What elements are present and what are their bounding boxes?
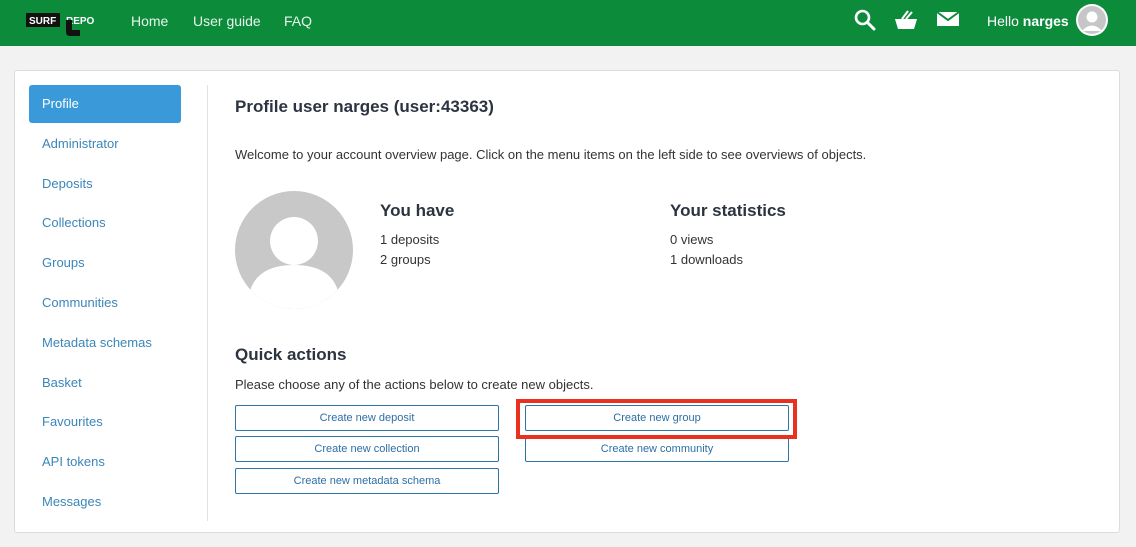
welcome-text: Welcome to your account overview page. C…	[235, 147, 867, 162]
downloads-count: 1 downloads	[670, 252, 743, 267]
nav-user-guide-link[interactable]: User guide	[193, 13, 261, 29]
surfrepo-logo[interactable]: SURF REPO	[26, 10, 104, 36]
user-avatar[interactable]	[1076, 4, 1108, 36]
logo-text-left: SURF	[29, 16, 56, 27]
default-avatar-icon	[249, 217, 339, 309]
username: narges	[1022, 13, 1069, 29]
quick-actions-description: Please choose any of the actions below t…	[235, 377, 594, 392]
views-count: 0 views	[670, 232, 714, 247]
statistics-heading: Your statistics	[670, 201, 786, 220]
deposits-count: 1 deposits	[380, 232, 440, 247]
create-community-button[interactable]: Create new community	[525, 436, 789, 462]
sidebar-item-metadata-schemas[interactable]: Metadata schemas	[29, 324, 181, 362]
create-collection-button[interactable]: Create new collection	[235, 436, 499, 462]
page-title: Profile user narges (user:43363)	[235, 97, 494, 116]
quick-actions-heading: Quick actions	[235, 345, 347, 364]
top-navbar: SURF REPO Home User guide FAQ Hello narg…	[0, 0, 1136, 46]
profile-card: Profile Administrator Deposits Collectio…	[14, 70, 1120, 533]
search-icon[interactable]	[854, 9, 876, 31]
sidebar-item-messages[interactable]: Messages	[29, 483, 181, 521]
create-metadata-schema-button[interactable]: Create new metadata schema	[235, 468, 499, 494]
nav-home-link[interactable]: Home	[131, 13, 168, 29]
nav-faq-link[interactable]: FAQ	[284, 13, 312, 29]
profile-picture	[235, 191, 353, 309]
sidebar-item-communities[interactable]: Communities	[29, 284, 181, 322]
sidebar-item-profile[interactable]: Profile	[29, 85, 181, 123]
hello-user-text[interactable]: Hello narges	[987, 13, 1069, 29]
sidebar-item-deposits[interactable]: Deposits	[29, 165, 181, 203]
sidebar-divider	[207, 85, 208, 521]
groups-count: 2 groups	[380, 252, 431, 267]
sidebar-item-groups[interactable]: Groups	[29, 244, 181, 282]
mail-icon[interactable]	[936, 9, 960, 29]
user-avatar-icon	[1078, 6, 1106, 34]
create-deposit-button[interactable]: Create new deposit	[235, 405, 499, 431]
basket-icon[interactable]	[894, 9, 918, 31]
sidebar-item-collections[interactable]: Collections	[29, 204, 181, 242]
sidebar-item-favourites[interactable]: Favourites	[29, 403, 181, 441]
sidebar-item-basket[interactable]: Basket	[29, 364, 181, 402]
highlight-box	[516, 399, 797, 439]
sidebar-menu: Profile Administrator Deposits Collectio…	[29, 85, 181, 523]
you-have-heading: You have	[380, 201, 455, 220]
hello-prefix: Hello	[987, 13, 1023, 29]
sidebar-item-administrator[interactable]: Administrator	[29, 125, 181, 163]
sidebar-item-api-tokens[interactable]: API tokens	[29, 443, 181, 481]
